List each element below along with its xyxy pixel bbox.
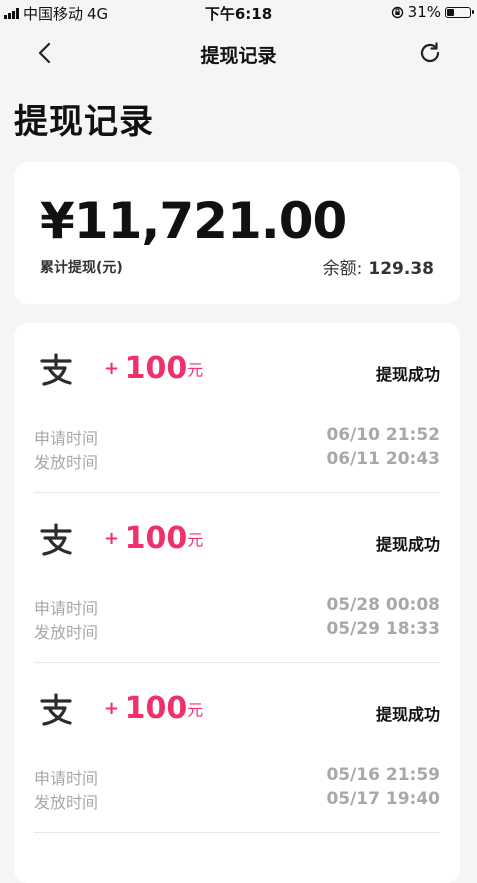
balance-label: 余额: (322, 259, 363, 279)
amount-plus-sign: + (104, 528, 120, 549)
summary-card: ¥11,721.00 累计提现(元) 余额: 129.38 (14, 162, 460, 304)
battery-percent: 31% (407, 3, 441, 21)
record-status: 提现成功 (375, 365, 440, 384)
apply-time-value: 06/10 21:52 (326, 425, 440, 445)
release-time-label: 发放时间 (34, 623, 99, 642)
amount-value: 100 (124, 521, 188, 556)
record-amount: + 100元 (104, 521, 203, 556)
release-time-label: 发放时间 (34, 453, 99, 472)
alipay-icon (40, 353, 72, 386)
orientation-lock-icon (391, 6, 403, 18)
refresh-button[interactable] (417, 40, 443, 66)
balance-value: 129.38 (368, 259, 434, 279)
release-time-value: 05/29 18:33 (326, 619, 440, 639)
record-amount: + 100元 (104, 691, 203, 726)
divider (34, 832, 440, 833)
alipay-icon (40, 523, 72, 556)
alipay-icon (40, 693, 72, 726)
amount-value: 100 (124, 691, 188, 726)
withdrawal-records-list: + 100元 提现成功 申请时间 06/10 21:52 发放时间 06/11 … (14, 323, 460, 883)
withdrawal-record[interactable]: + 100元 提现成功 申请时间 06/10 21:52 发放时间 06/11 … (34, 323, 440, 493)
withdrawal-record[interactable]: + 100元 提现成功 申请时间 05/28 00:08 发放时间 05/29 … (34, 493, 440, 663)
withdrawal-record[interactable]: + 100元 提现成功 申请时间 05/16 21:59 发放时间 05/17 … (34, 663, 440, 833)
nav-bar: 提现记录 (0, 28, 477, 80)
release-time-value: 05/17 19:40 (326, 789, 440, 809)
refresh-icon (420, 42, 440, 62)
apply-time-label: 申请时间 (34, 429, 99, 448)
amount-unit: 元 (187, 530, 204, 550)
status-bar: 中国移动 4G 下午6:18 31% (0, 0, 477, 24)
amount-unit: 元 (187, 700, 204, 720)
record-status: 提现成功 (375, 535, 440, 554)
page-title: 提现记录 (14, 102, 154, 142)
amount-plus-sign: + (104, 358, 120, 379)
release-time-label: 发放时间 (34, 793, 99, 812)
record-amount: + 100元 (104, 351, 203, 386)
battery-icon (445, 6, 474, 18)
apply-time-value: 05/28 00:08 (326, 595, 440, 615)
apply-time-value: 05/16 21:59 (326, 765, 440, 785)
total-withdrawn-label: 累计提现(元) (40, 260, 123, 276)
release-time-value: 06/11 20:43 (326, 449, 440, 469)
total-withdrawn-amount: ¥11,721.00 (40, 192, 347, 250)
amount-plus-sign: + (104, 698, 120, 719)
amount-value: 100 (124, 351, 188, 386)
balance: 余额: 129.38 (323, 254, 434, 279)
apply-time-label: 申请时间 (34, 769, 99, 788)
apply-time-label: 申请时间 (34, 599, 99, 618)
nav-title: 提现记录 (200, 45, 277, 67)
status-right: 31% (391, 3, 474, 21)
record-status: 提现成功 (375, 705, 440, 724)
amount-unit: 元 (187, 360, 204, 380)
